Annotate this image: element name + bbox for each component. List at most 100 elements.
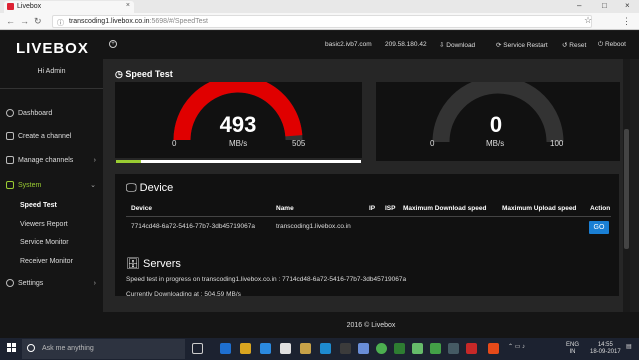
app-icon[interactable] bbox=[394, 343, 405, 354]
url-input[interactable]: ⓘ transcoding1.livebox.co.in:5698/#/Spee… bbox=[52, 15, 592, 28]
task-view-icon[interactable] bbox=[192, 343, 203, 354]
device-heading: 🖵 Device bbox=[126, 182, 173, 195]
sliders-icon bbox=[6, 156, 14, 164]
app-icon[interactable] bbox=[488, 343, 499, 354]
browser-menu-icon[interactable]: ⋮ bbox=[622, 16, 631, 27]
chevron-right-icon: › bbox=[93, 279, 96, 287]
lang-text: ENG bbox=[566, 342, 580, 348]
power-icon: ⏻ bbox=[598, 41, 605, 48]
url-path: :5698/#/SpeedTest bbox=[149, 18, 208, 25]
app-icon[interactable] bbox=[358, 343, 369, 354]
subnav-viewers-report[interactable]: Viewers Report bbox=[20, 221, 68, 228]
nav-label: Settings bbox=[18, 279, 44, 287]
top-toolbar: + basic2.ivb7.com 209.58.180.42 ⇩ Downlo… bbox=[103, 31, 639, 59]
close-tab-icon[interactable]: × bbox=[126, 2, 130, 9]
upload-gauge-unit: MB/s bbox=[486, 139, 505, 148]
address-bar: ← → ↻ ⓘ transcoding1.livebox.co.in:5698/… bbox=[0, 13, 639, 30]
subnav-receiver-monitor[interactable]: Receiver Monitor bbox=[20, 258, 73, 265]
livebox-logo: LIVEBOX bbox=[16, 40, 89, 57]
go-button[interactable]: GO bbox=[589, 221, 609, 234]
monitor-icon bbox=[6, 132, 14, 140]
folder-icon[interactable] bbox=[300, 343, 311, 354]
heading-text: Servers bbox=[143, 258, 181, 270]
col-action: Action bbox=[590, 205, 611, 212]
browser-tab[interactable]: Livebox × bbox=[4, 1, 134, 13]
windows-taskbar: Ask me anything ⌃ ▭ ♪ ENG IN 14:55 18-09-2… bbox=[0, 338, 639, 360]
col-device: Device bbox=[131, 205, 152, 212]
col-max-download: Maximum Download speed bbox=[403, 205, 487, 212]
col-ip: IP bbox=[369, 205, 376, 212]
clock[interactable]: 14:55 18-09-2017 bbox=[590, 342, 621, 356]
nav-dashboard[interactable]: Dashboard bbox=[6, 109, 98, 117]
taskbar-search[interactable]: Ask me anything bbox=[22, 339, 185, 359]
button-label: Download bbox=[446, 42, 476, 49]
subnav-service-monitor[interactable]: Service Monitor bbox=[20, 239, 69, 246]
app-icon[interactable] bbox=[320, 343, 331, 354]
edge-icon[interactable] bbox=[220, 343, 231, 354]
back-icon[interactable]: ← bbox=[6, 16, 15, 26]
reload-icon[interactable]: ↻ bbox=[34, 16, 42, 27]
search-placeholder: Ask me anything bbox=[42, 345, 94, 352]
close-window-button[interactable]: × bbox=[625, 1, 630, 10]
nav-label: Create a channel bbox=[18, 132, 72, 140]
heading-text: Speed Test bbox=[125, 69, 173, 79]
speed-test-heading: ◷ Speed Test bbox=[115, 69, 173, 80]
nav-label: System bbox=[18, 181, 42, 189]
notifications-icon[interactable]: ▤ bbox=[626, 344, 632, 351]
maximize-button[interactable]: □ bbox=[602, 1, 607, 10]
col-name: Name bbox=[276, 205, 294, 212]
service-restart-button[interactable]: ⟳ Service Restart bbox=[496, 41, 548, 49]
download-button[interactable]: ⇩ Download bbox=[439, 41, 475, 49]
nav-manage-channels[interactable]: Manage channels › bbox=[6, 156, 98, 164]
forward-icon[interactable]: → bbox=[20, 16, 29, 26]
minimize-button[interactable]: – bbox=[577, 1, 581, 10]
app-icon[interactable] bbox=[340, 343, 351, 354]
content-scrollbar[interactable] bbox=[623, 59, 630, 312]
reset-button[interactable]: ↺ Reset bbox=[562, 41, 586, 49]
chevron-down-icon: ⌄ bbox=[90, 182, 96, 189]
col-max-upload: Maximum Upload speed bbox=[502, 205, 577, 212]
reboot-button[interactable]: ⏻ Reboot bbox=[598, 41, 626, 49]
footer: 2016 © Livebox bbox=[103, 312, 639, 338]
speed-test-progress bbox=[116, 160, 361, 163]
search-icon bbox=[27, 344, 35, 352]
dropbox-icon[interactable] bbox=[260, 343, 271, 354]
row-device-id: 7714cd48-6a72-5416-77b7-3db45719067a bbox=[131, 223, 255, 230]
nav-label: Dashboard bbox=[18, 109, 53, 117]
table-divider bbox=[126, 216, 611, 217]
nav-create-channel[interactable]: Create a channel bbox=[6, 132, 98, 140]
nav-settings[interactable]: Settings › bbox=[6, 279, 98, 287]
dashboard-icon bbox=[6, 109, 14, 117]
terminal-icon[interactable] bbox=[448, 343, 459, 354]
language-indicator[interactable]: ENG IN bbox=[566, 342, 579, 356]
date-text: 18-09-2017 bbox=[590, 349, 621, 355]
progress-fill bbox=[116, 160, 141, 163]
download-speed-value: 493 bbox=[219, 112, 257, 137]
region-text: IN bbox=[569, 349, 576, 355]
col-isp: ISP bbox=[385, 205, 396, 212]
tray-icons[interactable]: ⌃ ▭ ♪ bbox=[508, 344, 525, 351]
store-icon[interactable] bbox=[280, 343, 291, 354]
servers-heading: 🗄 Servers bbox=[126, 257, 181, 270]
app-icon[interactable] bbox=[466, 343, 477, 354]
scroll-thumb[interactable] bbox=[624, 129, 629, 249]
bookmark-star-icon[interactable]: ☆ bbox=[584, 15, 592, 26]
upload-gauge-max: 100 bbox=[550, 139, 564, 148]
subnav-speed-test[interactable]: Speed Test bbox=[20, 202, 57, 209]
file-explorer-icon[interactable] bbox=[240, 343, 251, 354]
button-label: Reset bbox=[569, 42, 587, 49]
time-text: 14:55 bbox=[597, 342, 613, 348]
chrome-icon[interactable] bbox=[376, 343, 387, 354]
chevron-right-icon: › bbox=[93, 156, 96, 164]
upload-gauge-min: 0 bbox=[430, 139, 435, 148]
database-icon: 🗄 bbox=[126, 258, 144, 270]
tab-title: Livebox bbox=[17, 3, 42, 10]
nav-system[interactable]: System ⌄ bbox=[6, 181, 98, 189]
download-gauge-unit: MB/s bbox=[229, 139, 248, 148]
app-icon[interactable] bbox=[430, 343, 441, 354]
expand-icon[interactable]: + bbox=[109, 40, 117, 48]
greeting: Hi Admin bbox=[37, 68, 66, 75]
gear-icon bbox=[6, 279, 14, 287]
start-button[interactable] bbox=[7, 343, 17, 353]
app-icon[interactable] bbox=[412, 343, 423, 354]
